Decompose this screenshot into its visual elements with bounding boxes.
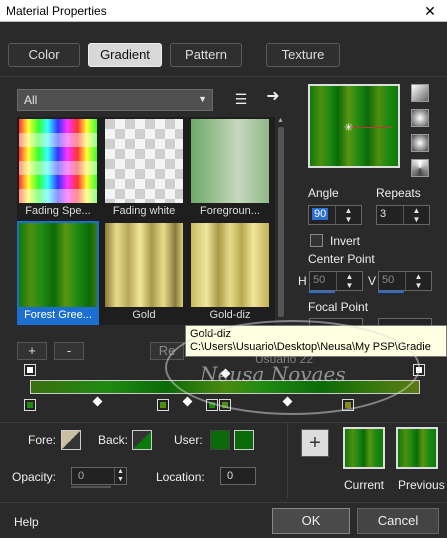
invert-checkbox[interactable] <box>310 234 323 247</box>
user-swatch-1[interactable] <box>210 430 230 450</box>
gradient-thumb-label: Forest Gree... <box>24 309 92 321</box>
opacity-input[interactable]: 0 ▲ ▼ <box>71 467 127 485</box>
gradient-thumb-fading-white[interactable]: Fading white <box>103 117 185 221</box>
center-v-label: V <box>368 274 377 288</box>
arrow-right-icon[interactable]: ➜ <box>263 87 283 107</box>
gradient-thumb-forest-green[interactable]: Forest Gree... <box>17 221 99 325</box>
gradient-thumb-gold-diz[interactable]: Gold-diz <box>189 221 271 325</box>
materials-divider <box>0 422 447 423</box>
current-swatch <box>343 427 385 469</box>
opacity-value: 0 <box>78 470 85 482</box>
angle-input[interactable]: 90 ▲ ▼ <box>308 205 362 225</box>
location-input[interactable]: 0 <box>220 467 256 485</box>
window-title: Material Properties <box>6 4 107 18</box>
user-label: User: <box>174 433 203 447</box>
gradient-thumb-foreground[interactable]: Foregroun... <box>189 117 271 221</box>
location-value: 0 <box>227 470 234 482</box>
gradient-thumb-fading-spectrum[interactable]: Fading Spe... <box>17 117 99 221</box>
color-stop[interactable] <box>157 399 169 411</box>
angle-spin-arrows[interactable]: ▲ ▼ <box>335 206 361 224</box>
repeats-label: Repeats <box>376 186 421 200</box>
center-h-label: H <box>298 274 307 288</box>
center-h-value: 50 <box>313 274 326 286</box>
help-link[interactable]: Help <box>14 515 39 529</box>
center-h-spin-arrows[interactable]: ▲ ▼ <box>336 272 362 290</box>
sunburst-style-icon[interactable] <box>411 134 429 152</box>
gradient-thumb-gold[interactable]: Gold <box>103 221 185 325</box>
linear-style-icon[interactable] <box>411 84 429 102</box>
fore-swatch[interactable] <box>61 430 81 450</box>
cancel-button[interactable]: Cancel <box>357 508 439 534</box>
rectangular-style-icon[interactable] <box>411 109 429 127</box>
tab-color[interactable]: Color <box>8 43 80 67</box>
radial-style-icon[interactable] <box>411 159 429 177</box>
category-dropdown[interactable]: All ▼ <box>17 89 213 111</box>
watermark-subtext: Usuário 22 <box>255 352 314 366</box>
remove-gradient-button[interactable]: - <box>54 342 84 360</box>
gradient-swatch <box>191 223 269 307</box>
gradient-swatch <box>105 119 183 203</box>
back-swatch[interactable] <box>132 430 152 450</box>
angle-value: 90 <box>312 208 329 220</box>
color-stop[interactable] <box>24 399 36 411</box>
scroll-thumb[interactable] <box>278 127 284 317</box>
gradient-thumb-label: Fading Spe... <box>25 205 91 217</box>
gradient-thumb-label: Fading white <box>112 205 176 217</box>
gradient-swatch <box>19 223 97 307</box>
title-bar: Material Properties ✕ <box>0 0 447 22</box>
opacity-label: Opacity: <box>12 470 57 484</box>
category-dropdown-value: All <box>24 93 38 107</box>
previous-label: Previous <box>398 478 445 492</box>
transparency-stop-left[interactable] <box>24 364 36 376</box>
list-view-icon[interactable]: ☰ <box>231 89 251 109</box>
opacity-spin-arrows[interactable]: ▲ ▼ <box>114 468 126 484</box>
thumbnail-scrollbar[interactable]: ▲ <box>276 117 286 325</box>
crosshair-icon[interactable]: ✳ <box>344 121 353 134</box>
opacity-slider[interactable] <box>71 486 111 488</box>
tab-divider <box>0 76 447 77</box>
gradient-swatch <box>191 119 269 203</box>
center-v-spin-arrows[interactable]: ▲ ▼ <box>405 272 431 290</box>
gradient-thumb-label: Foregroun... <box>200 205 260 217</box>
center-v-slider[interactable] <box>378 291 404 293</box>
close-icon[interactable]: ✕ <box>413 0 447 22</box>
ok-button[interactable]: OK <box>272 508 350 534</box>
tab-gradient[interactable]: Gradient <box>88 43 162 67</box>
center-point-label: Center Point <box>308 252 375 266</box>
angle-handle-line <box>348 127 392 128</box>
previous-swatch[interactable] <box>396 427 438 469</box>
user-swatch-2[interactable] <box>234 430 254 450</box>
add-to-swatches-button[interactable]: + <box>301 429 329 457</box>
focal-point-label: Focal Point <box>308 300 369 314</box>
tab-texture[interactable]: Texture <box>266 43 340 67</box>
center-v-value: 50 <box>382 274 395 286</box>
repeats-input[interactable]: 3 ▲ ▼ <box>376 205 430 225</box>
repeats-value: 3 <box>380 208 387 220</box>
color-midpoint[interactable] <box>92 396 103 407</box>
back-label: Back: <box>98 433 129 447</box>
fore-label: Fore: <box>28 433 57 447</box>
gradient-swatch <box>19 119 97 203</box>
color-midpoint[interactable] <box>182 396 193 407</box>
invert-label: Invert <box>330 234 361 248</box>
gradient-thumbnail-list: Fading Spe... Fading white Foregroun... … <box>17 117 275 325</box>
center-v-input[interactable]: 50 ▲ ▼ <box>378 271 432 291</box>
scroll-up-icon[interactable]: ▲ <box>277 117 284 124</box>
gradient-swatch <box>105 223 183 307</box>
add-gradient-button[interactable]: + <box>17 342 47 360</box>
gradient-preview[interactable]: ✳ <box>308 84 400 168</box>
gradient-thumb-label: Gold <box>132 309 156 321</box>
repeats-spin-arrows[interactable]: ▲ ▼ <box>403 206 429 224</box>
footer-divider <box>0 502 447 503</box>
chevron-down-icon: ▼ <box>198 94 207 104</box>
center-h-slider[interactable] <box>309 291 335 293</box>
tab-pattern[interactable]: Pattern <box>170 43 242 67</box>
current-label: Current <box>344 478 385 492</box>
angle-label: Angle <box>308 186 339 200</box>
center-h-input[interactable]: 50 ▲ ▼ <box>309 271 363 291</box>
comparison-divider <box>287 422 288 498</box>
location-label: Location: <box>156 470 205 484</box>
